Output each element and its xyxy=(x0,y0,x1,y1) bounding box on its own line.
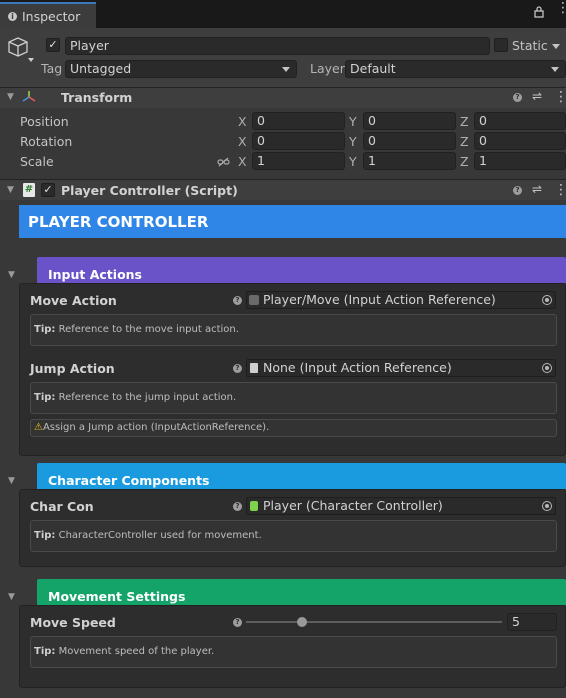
script-enabled-checkbox[interactable]: ✓ xyxy=(41,183,55,197)
component-menu-icon[interactable]: ⋮ xyxy=(554,90,566,104)
jump-action-field[interactable]: None (Input Action Reference) xyxy=(246,359,556,377)
character-controller-icon xyxy=(250,501,258,511)
move-action-field[interactable]: Player/Move (Input Action Reference) xyxy=(246,291,556,309)
section-foldout-icon[interactable]: ▼ xyxy=(8,270,15,280)
axis-y-label: Y xyxy=(349,134,357,149)
warning-icon: ⚠ xyxy=(34,422,43,433)
tip-box: Tip: Reference to the move input action. xyxy=(30,314,557,346)
section-title: Character Components xyxy=(48,473,210,488)
axis-y-label: Y xyxy=(349,154,357,169)
section-title: Movement Settings xyxy=(48,589,186,604)
active-checkbox[interactable]: ✓ xyxy=(46,38,60,52)
section-foldout-icon[interactable]: ▼ xyxy=(8,476,15,486)
tag-label: Tag xyxy=(41,61,63,76)
section-foldout-icon[interactable]: ▼ xyxy=(8,592,15,602)
input-action-icon xyxy=(249,295,259,305)
tip-box: Tip: CharacterController used for moveme… xyxy=(30,520,557,552)
tab-title: Inspector xyxy=(22,8,81,24)
field-label-move-action: Move Action xyxy=(30,293,117,308)
scale-x-field[interactable]: 1 xyxy=(252,152,345,170)
gameobject-cube-icon[interactable] xyxy=(7,35,35,66)
scale-z-field[interactable]: 1 xyxy=(474,152,566,170)
tag-dropdown[interactable]: Untagged xyxy=(65,60,297,78)
asset-file-icon xyxy=(250,363,258,373)
help-icon[interactable]: ? xyxy=(233,618,242,627)
position-label: Position xyxy=(20,114,69,129)
help-icon[interactable]: ? xyxy=(513,93,522,102)
help-icon[interactable]: ? xyxy=(233,502,242,511)
transform-foldout-icon[interactable]: ▼ xyxy=(7,92,14,102)
axis-x-label: X xyxy=(238,114,247,129)
rotation-y-field[interactable]: 0 xyxy=(363,132,456,150)
axis-z-label: Z xyxy=(460,134,469,149)
move-speed-field[interactable]: 5 xyxy=(507,613,557,631)
gameobject-name-field[interactable]: Player xyxy=(65,37,490,55)
help-icon[interactable]: ? xyxy=(513,186,522,195)
presets-icon[interactable]: ⇌ xyxy=(532,89,542,103)
info-icon: i xyxy=(8,11,17,21)
field-label-char-con: Char Con xyxy=(30,499,94,514)
rotation-x-field[interactable]: 0 xyxy=(252,132,345,150)
axis-z-label: Z xyxy=(460,114,469,129)
script-title: Player Controller (Script) xyxy=(61,183,238,198)
object-picker-icon[interactable] xyxy=(542,363,552,373)
tip-box: Tip: Movement speed of the player. xyxy=(30,636,557,668)
axis-y-label: Y xyxy=(349,114,357,129)
section-title: Input Actions xyxy=(48,267,142,282)
layer-dropdown[interactable]: Default xyxy=(345,60,566,78)
scale-label: Scale xyxy=(20,154,54,169)
lock-icon[interactable] xyxy=(534,6,544,21)
object-picker-icon[interactable] xyxy=(542,501,552,511)
char-con-field[interactable]: Player (Character Controller) xyxy=(246,497,556,515)
field-label-move-speed: Move Speed xyxy=(30,615,116,630)
rotation-label: Rotation xyxy=(20,134,73,149)
position-y-field[interactable]: 0 xyxy=(363,112,456,130)
transform-icon xyxy=(22,90,36,107)
scale-y-field[interactable]: 1 xyxy=(363,152,456,170)
axis-x-label: X xyxy=(238,134,247,149)
banner-title: PLAYER CONTROLLER xyxy=(28,213,209,231)
static-label: Static xyxy=(512,38,548,53)
char-con-value: Player (Character Controller) xyxy=(263,498,443,513)
position-z-field[interactable]: 0 xyxy=(474,112,566,130)
jump-action-value: None (Input Action Reference) xyxy=(263,360,452,375)
field-label-jump-action: Jump Action xyxy=(30,361,115,376)
more-options-icon[interactable]: ⋮ xyxy=(556,1,566,15)
tip-text: Reference to the jump input action. xyxy=(58,392,237,403)
constrain-proportions-icon[interactable] xyxy=(217,155,230,170)
rotation-z-field[interactable]: 0 xyxy=(474,132,566,150)
script-icon: # xyxy=(23,183,35,197)
axis-x-label: X xyxy=(238,154,247,169)
transform-title: Transform xyxy=(61,90,133,105)
warning-box: ⚠Assign a Jump action (InputActionRefere… xyxy=(30,419,557,437)
tip-box: Tip: Reference to the jump input action. xyxy=(30,382,557,414)
static-dropdown-icon[interactable] xyxy=(552,38,566,52)
position-x-field[interactable]: 0 xyxy=(252,112,345,130)
help-icon[interactable]: ? xyxy=(233,296,242,305)
tab-inspector[interactable]: i Inspector xyxy=(0,2,96,28)
script-foldout-icon[interactable]: ▼ xyxy=(7,185,14,195)
move-action-value: Player/Move (Input Action Reference) xyxy=(263,292,496,307)
tip-text: Movement speed of the player. xyxy=(58,646,215,657)
tip-text: CharacterController used for movement. xyxy=(58,530,262,541)
help-icon[interactable]: ? xyxy=(233,364,242,373)
static-checkbox[interactable] xyxy=(494,38,508,52)
presets-icon[interactable]: ⇌ xyxy=(532,182,542,196)
object-picker-icon[interactable] xyxy=(542,295,552,305)
layer-label: Layer xyxy=(310,61,345,76)
axis-z-label: Z xyxy=(460,154,469,169)
warning-text: Assign a Jump action (InputActionReferen… xyxy=(42,422,270,433)
tip-text: Reference to the move input action. xyxy=(58,324,239,335)
component-menu-icon[interactable]: ⋮ xyxy=(554,183,566,197)
move-speed-slider-track[interactable] xyxy=(246,621,502,623)
